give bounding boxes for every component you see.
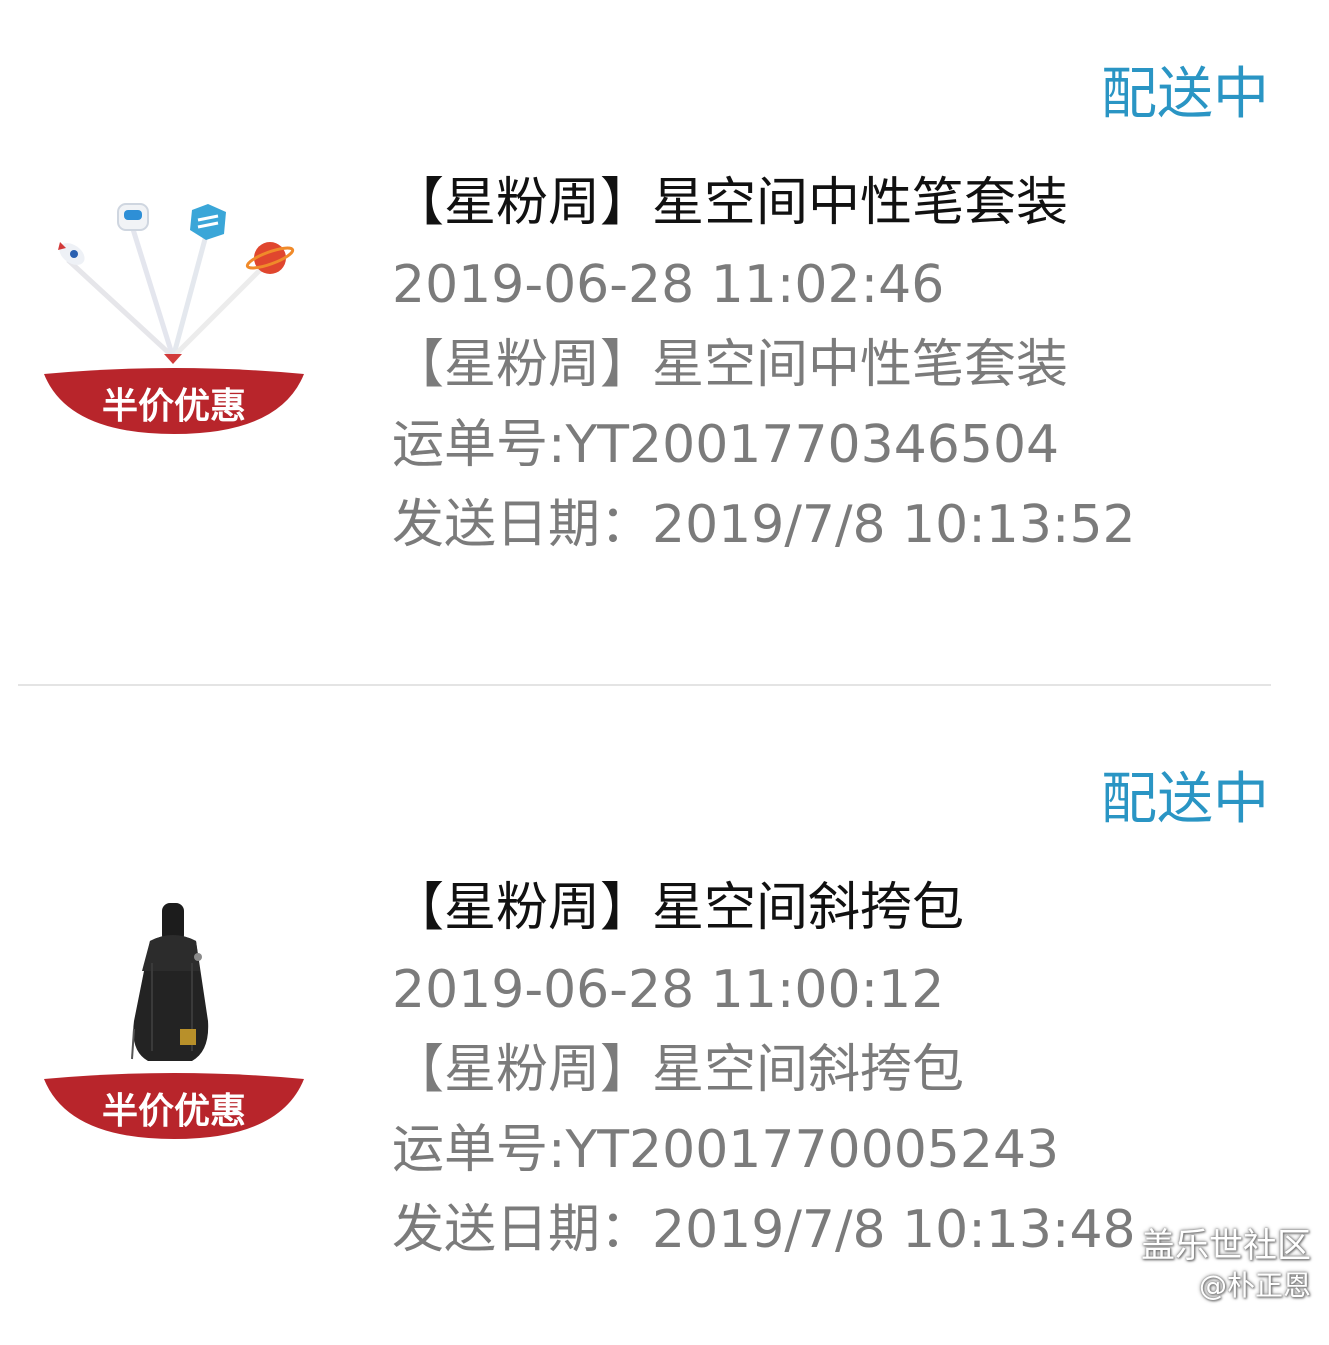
send-date: 发送日期：2019/7/8 10:13:48 bbox=[392, 1200, 1136, 1260]
order-status: 配送中 bbox=[1101, 767, 1269, 832]
order-status: 配送中 bbox=[1101, 62, 1269, 127]
watermark: 盖乐世社区 @朴正恩 bbox=[1141, 1224, 1311, 1304]
order-time: 2019-06-28 11:00:12 bbox=[392, 960, 945, 1020]
discount-badge: 半价优惠 bbox=[102, 1091, 246, 1132]
product-thumbnail[interactable]: 半价优惠 bbox=[40, 196, 308, 444]
tracking-number: 运单号:YT2001770005243 bbox=[392, 1120, 1060, 1180]
order-card[interactable]: 配送中 半价优惠 【星粉周】星空间中性笔套装 2019-06-28 11:02:… bbox=[0, 0, 1329, 640]
item-name: 【星粉周】星空间斜挎包 bbox=[392, 1040, 965, 1100]
discount-badge: 半价优惠 bbox=[102, 386, 246, 427]
divider bbox=[18, 684, 1271, 686]
watermark-brand: 盖乐世社区 bbox=[1141, 1226, 1311, 1266]
order-card[interactable]: 配送中 半价优惠 【星粉周】星空间斜挎包 2019-06-28 11:00:12… bbox=[0, 705, 1329, 1345]
tracking-number: 运单号:YT2001770346504 bbox=[392, 415, 1060, 475]
send-date: 发送日期：2019/7/8 10:13:52 bbox=[392, 495, 1136, 555]
product-title[interactable]: 【星粉周】星空间斜挎包 bbox=[392, 875, 964, 941]
item-name: 【星粉周】星空间中性笔套装 bbox=[392, 335, 1069, 395]
order-time: 2019-06-28 11:02:46 bbox=[392, 255, 945, 315]
pen-set-icon: 半价优惠 bbox=[44, 203, 304, 434]
watermark-user: @朴正恩 bbox=[1198, 1269, 1311, 1302]
product-thumbnail[interactable]: 半价优惠 bbox=[40, 901, 308, 1149]
product-title[interactable]: 【星粉周】星空间中性笔套装 bbox=[392, 170, 1068, 236]
sling-bag-icon: 半价优惠 bbox=[44, 903, 304, 1139]
